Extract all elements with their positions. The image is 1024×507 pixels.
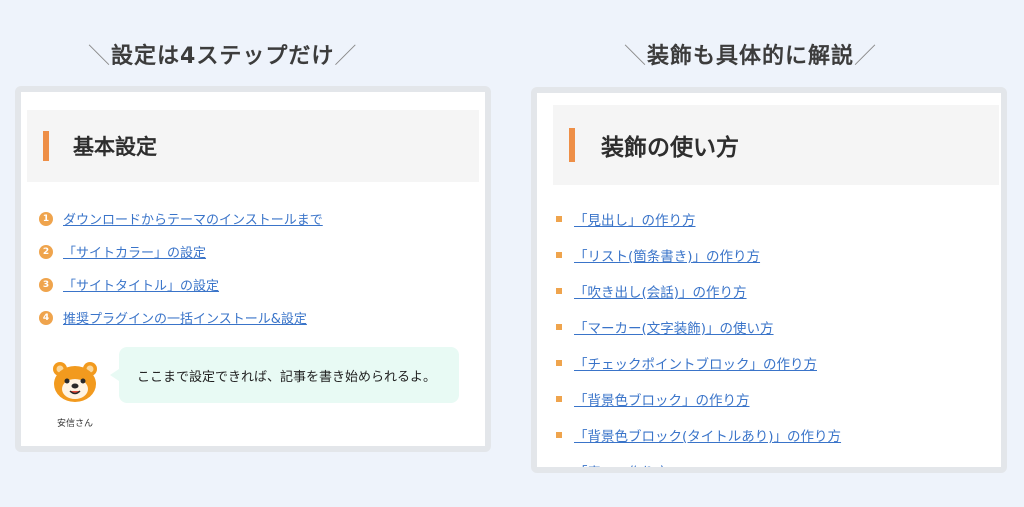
howto-link-marker[interactable]: 「マーカー(文字装飾)」の使い方 (574, 317, 774, 337)
left-section-heading: ＼ 設定は4ステップだけ ／ (88, 38, 357, 70)
step-link-site-title[interactable]: 「サイトタイトル」の設定 (63, 275, 219, 294)
list-item: 「リスト(箇条書き)」の作り方 (556, 237, 841, 273)
speech-bubble-text: ここまで設定できれば、記事を書き始められるよ。 (137, 369, 437, 385)
decoration-howto-list: 「見出し」の作り方 「リスト(箇条書き)」の作り方 「吹き出し(会話)」の作り方… (556, 201, 841, 473)
title-accent-bar (43, 131, 49, 161)
settings-step-list: 1 ダウンロードからテーマのインストールまで 2 「サイトカラー」の設定 3 「… (39, 202, 323, 334)
howto-link-background-block-titled[interactable]: 「背景色ブロック(タイトルあり)」の作り方 (574, 425, 841, 445)
right-section-heading: ＼ 装飾も具体的に解説 ／ (624, 38, 877, 70)
square-bullet-icon (556, 216, 562, 222)
square-bullet-icon (556, 252, 562, 258)
square-bullet-icon (556, 288, 562, 294)
title-accent-bar (569, 128, 575, 162)
howto-link-table[interactable]: 「表」の作り方 (574, 461, 669, 467)
basic-settings-title-bar: 基本設定 (27, 110, 479, 182)
list-item: 4 推奨プラグインの一括インストール&設定 (39, 301, 323, 334)
list-item: 「吹き出し(会話)」の作り方 (556, 273, 841, 309)
step-link-site-color[interactable]: 「サイトカラー」の設定 (63, 242, 206, 261)
decoration-title: 装飾の使い方 (601, 135, 739, 161)
speech-bubble: ここまで設定できれば、記事を書き始められるよ。 (110, 347, 459, 403)
square-bullet-icon (556, 468, 562, 473)
decoration-title-bar: 装飾の使い方 (553, 105, 999, 185)
basic-settings-panel: 基本設定 1 ダウンロードからテーマのインストールまで 2 「サイトカラー」の設… (15, 86, 491, 452)
list-item: 「チェックポイントブロック」の作り方 (556, 345, 841, 381)
list-item: 2 「サイトカラー」の設定 (39, 235, 323, 268)
speaker-name: 安信さん (56, 419, 93, 429)
backslash-decoration: ＼ (624, 44, 648, 69)
right-heading-text: 装飾も具体的に解説 (647, 44, 855, 69)
decoration-panel: 装飾の使い方 「見出し」の作り方 「リスト(箇条書き)」の作り方 「吹き出し(会… (531, 87, 1007, 473)
basic-settings-title: 基本設定 (73, 135, 157, 159)
square-bullet-icon (556, 396, 562, 402)
left-heading-text: 設定は4ステップだけ (111, 44, 335, 69)
howto-link-background-block[interactable]: 「背景色ブロック」の作り方 (574, 389, 750, 409)
number-1-icon: 1 (39, 211, 53, 226)
list-item: 「背景色ブロック」の作り方 (556, 381, 841, 417)
number-4-icon: 4 (39, 310, 53, 325)
howto-link-checkpoint-block[interactable]: 「チェックポイントブロック」の作り方 (574, 353, 817, 373)
list-item: 「表」の作り方 (556, 453, 841, 473)
square-bullet-icon (556, 360, 562, 366)
backslash-decoration: ＼ (88, 44, 112, 69)
number-2-icon: 2 (39, 244, 53, 259)
square-bullet-icon (556, 432, 562, 438)
list-item: 「見出し」の作り方 (556, 201, 841, 237)
step-link-plugins[interactable]: 推奨プラグインの一括インストール&設定 (63, 308, 307, 327)
list-item: 「マーカー(文字装飾)」の使い方 (556, 309, 841, 345)
list-item: 3 「サイトタイトル」の設定 (39, 268, 323, 301)
howto-link-speech-bubble[interactable]: 「吹き出し(会話)」の作り方 (574, 281, 747, 301)
step-link-download-install[interactable]: ダウンロードからテーマのインストールまで (63, 209, 323, 228)
howto-link-list[interactable]: 「リスト(箇条書き)」の作り方 (574, 245, 760, 265)
speaker-avatar-block: 安信さん (47, 360, 103, 429)
bear-avatar-icon (53, 362, 97, 402)
number-3-icon: 3 (39, 277, 53, 292)
list-item: 「背景色ブロック(タイトルあり)」の作り方 (556, 417, 841, 453)
howto-link-heading[interactable]: 「見出し」の作り方 (574, 209, 696, 229)
slash-decoration: ／ (854, 44, 878, 69)
square-bullet-icon (556, 324, 562, 330)
slash-decoration: ／ (334, 44, 358, 69)
list-item: 1 ダウンロードからテーマのインストールまで (39, 202, 323, 235)
